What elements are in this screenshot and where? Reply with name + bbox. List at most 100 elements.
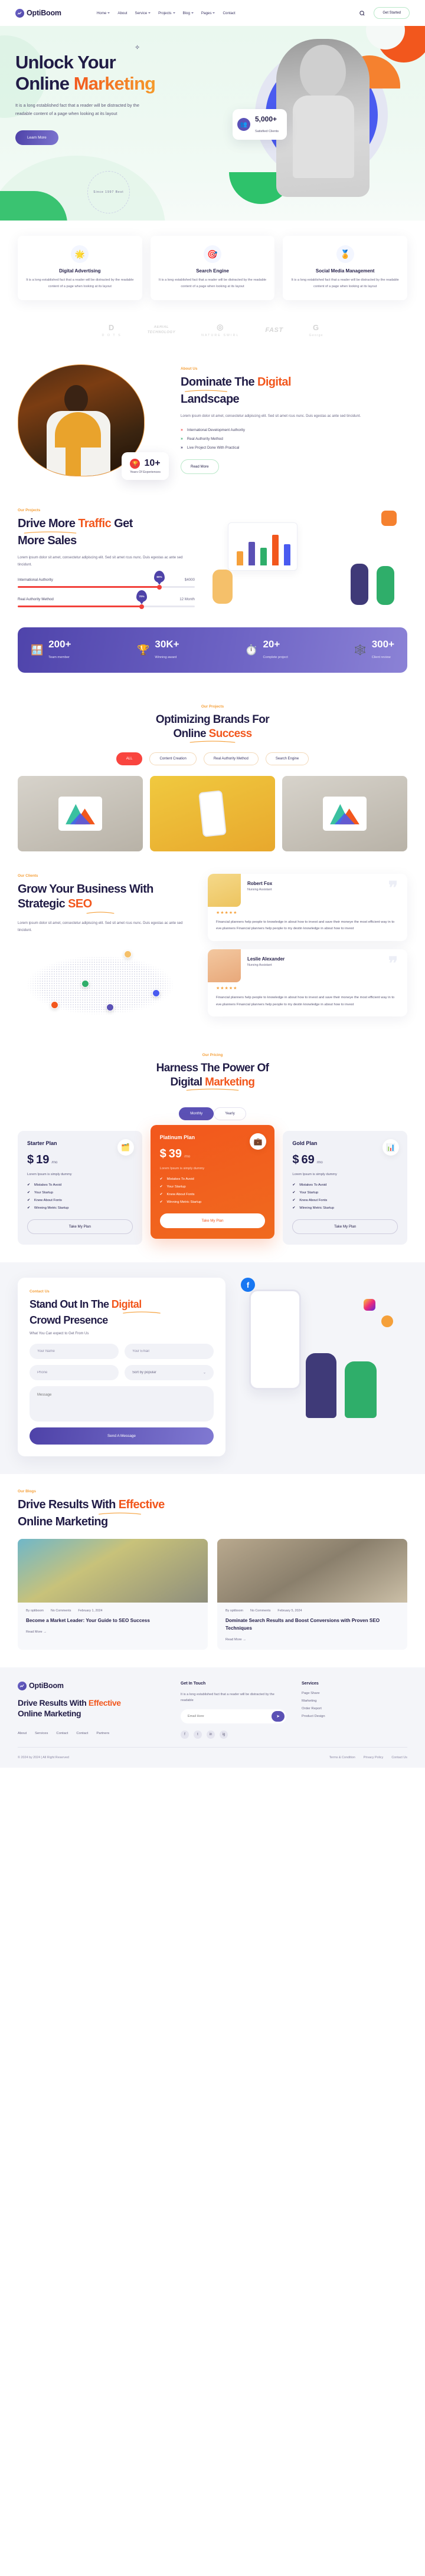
privacy-link[interactable]: Privacy Policy [364,1756,384,1759]
nav-item-home[interactable]: Home [97,11,110,15]
star-person-icon: 🌟 [71,245,89,263]
map-pin[interactable] [124,950,132,958]
feature-card[interactable]: 🌟 Digital Advertising It is a long estab… [18,236,142,301]
gallery-item[interactable] [150,775,275,851]
blog-read-more[interactable]: Read More → [217,1633,254,1650]
plan-feature: ✔ Your Startup [292,1191,319,1195]
footer-nav-contact[interactable]: Contact [56,1732,68,1735]
email-field[interactable] [125,1344,214,1360]
gallery-item[interactable] [18,775,143,851]
avatar [208,873,241,907]
tab-search-engine[interactable]: Search Engine [265,752,309,765]
medal-icon: 🏅 [336,245,354,263]
contact-link[interactable]: Contact Us [391,1756,407,1759]
newsletter-email-input[interactable] [182,1710,272,1722]
blog-eyebrow: Our Blogs [18,1489,36,1494]
testimonial-role: Nursing Assistant [247,963,272,967]
about-text: About Us Dominate The Digital Landscape … [181,367,407,475]
blog-card[interactable]: By optiboom No Comments February 5, 2024… [217,1539,407,1650]
get-started-button[interactable]: Get Started [374,7,410,19]
search-icon[interactable] [359,10,365,17]
take-my-plan-button[interactable]: Take My Plan [292,1219,398,1235]
message-field[interactable] [30,1386,214,1422]
footer-nav-services[interactable]: Services [35,1732,48,1735]
gallery-item[interactable] [282,775,407,851]
aerial-technology-logo: AERIAL TECHNOLOGY [147,325,176,335]
satisfied-clients-badge: 👥 5,000+ Satisfied Clients [233,109,287,140]
toggle-yearly[interactable]: Yearly [214,1107,246,1121]
stat-item: 🏆 30K+ Winning award [137,639,179,661]
footer-logo[interactable]: OptiBoom [18,1681,165,1690]
footer-service-item[interactable]: Page Share [302,1692,407,1695]
testimonial-name: Leslie Alexander [247,956,285,962]
footer-nav-partners[interactable]: Partners [96,1732,109,1735]
testimonials-text: Our Clients Grow Your Business With Stra… [18,874,195,1024]
map-pin[interactable] [152,989,160,997]
map-pin[interactable] [51,1001,58,1009]
main-nav: Home About Service Projects Blog Pages C… [97,11,236,15]
illustration-person-right [345,1361,377,1419]
feature-card[interactable]: 🎯 Search Engine It is a long established… [150,236,275,301]
nav-item-contact[interactable]: Contact [223,11,235,15]
footer-brand-col: OptiBoom Drive Results With Effective On… [18,1681,165,1739]
nav-item-service[interactable]: Service [135,11,151,15]
tab-all[interactable]: ALL [116,752,143,765]
tab-real-authority-method[interactable]: Real Authority Method [203,752,259,765]
plan-name: Platinum Plan [159,1134,195,1141]
footer-service-item[interactable]: Product Design [302,1715,407,1718]
send-icon[interactable]: ➤ [272,1710,285,1722]
blog-read-more[interactable]: Read More → [18,1625,55,1642]
feature-card[interactable]: 🏅 Social Media Management It is a long e… [283,236,408,301]
underline-decoration [24,531,77,534]
feature-title: Search Engine [196,268,229,274]
learn-more-button[interactable]: Learn More [15,130,58,146]
underline-decoration [86,912,115,914]
nav-item-blog[interactable]: Blog [183,11,194,15]
map-pin[interactable] [106,1003,114,1011]
take-my-plan-button[interactable]: Take My Plan [27,1219,133,1235]
phone-field[interactable] [30,1365,119,1381]
blog-image [217,1539,407,1603]
facebook-icon[interactable]: f [181,1730,189,1739]
portfolio-header: Our Projects Optimizing Brands For Onlin… [0,690,425,743]
pricing-plans: 🗂️ Starter Plan $19/mo Lorem Ipsum is si… [18,1125,408,1245]
read-more-button[interactable]: Read More [181,459,219,475]
progress-slider[interactable]: Real Authority Method 12 Month 70% [18,590,195,609]
tab-content-creation[interactable]: Content Creation [149,752,197,765]
blog-date: February 5, 2024 [277,1609,302,1613]
twitter-icon[interactable]: t [194,1730,202,1739]
nav-item-pages[interactable]: Pages [201,11,215,15]
slider-knob[interactable] [139,604,144,609]
footer-nav-about[interactable]: About [18,1732,27,1735]
projects-description: Lorem ipsum dolor sit amet, consectetur … [18,556,183,567]
linkedin-icon[interactable]: in [207,1730,215,1739]
send-message-button[interactable]: Send A Message [30,1427,214,1445]
nav-item-about[interactable]: About [117,11,127,15]
plan-feature: ✔ Mistakes To Avoid [159,1177,194,1182]
contact-form-card: Contact Us Stand Out In The Digital Crow… [18,1278,225,1457]
footer-service-item[interactable]: Marketing [302,1699,407,1703]
blog-card[interactable]: By optiboom No Comments February 1, 2024… [18,1539,208,1650]
toggle-monthly[interactable]: Monthly [179,1107,214,1121]
quote-icon: ❞ [388,953,398,973]
footer-service-item[interactable]: Order Report [302,1707,407,1710]
slider-knob[interactable] [157,584,162,590]
map-pin[interactable] [81,979,89,988]
take-my-plan-button[interactable]: Take My Plan [159,1213,266,1229]
slider-track[interactable]: 80% [18,571,195,590]
instagram-icon[interactable]: ig [220,1730,228,1739]
about-section: 🏆 10+ Years Of Experiences About Us Domi… [0,355,425,494]
name-field[interactable] [30,1344,119,1360]
facebook-icon: f [241,1278,255,1292]
progress-slider[interactable]: International Authority $4000 80% [18,571,195,590]
testimonial-card: ❞ Leslie Alexander Nursing Assistant ★★★… [208,949,407,1017]
slider-track[interactable]: 70% [18,590,195,609]
footer-nav-contact-2[interactable]: Contact [76,1732,88,1735]
terms-link[interactable]: Terms & Condition [329,1756,355,1759]
nav-item-projects[interactable]: Projects [158,11,175,15]
plan-price: $39/mo [159,1147,191,1161]
sort-select[interactable] [125,1365,214,1381]
testimonials-title: Grow Your Business With Strategic SEO [18,882,195,914]
brand-logo[interactable]: OptiBoom [15,8,61,18]
about-check-item: » International Development Authority [181,428,245,433]
